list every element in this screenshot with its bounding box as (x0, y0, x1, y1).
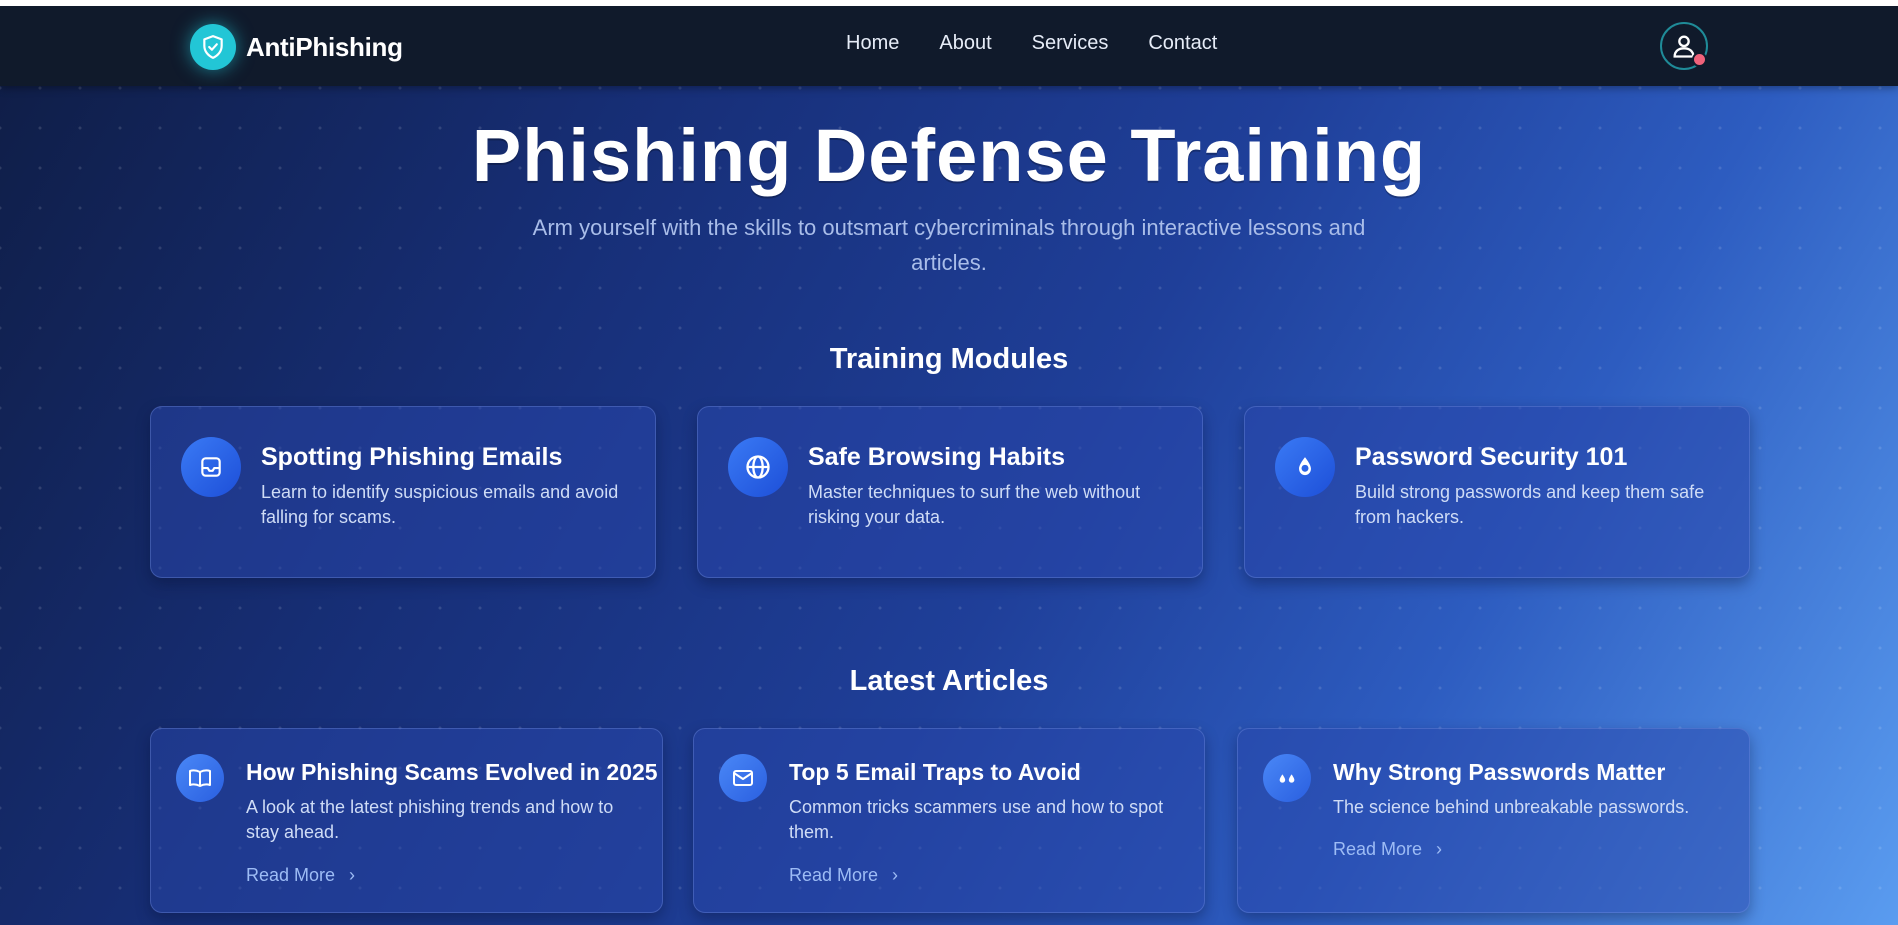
key-icon (1263, 754, 1311, 802)
article-description: Common tricks scammers use and how to sp… (789, 797, 1164, 842)
module-title: Password Security 101 (1355, 443, 1628, 471)
module-description: Master techniques to surf the web withou… (808, 482, 1141, 527)
globe-icon (728, 437, 788, 497)
brand[interactable]: AntiPhishing (190, 24, 403, 70)
latest-articles-heading: Latest Articles (849, 665, 1049, 697)
read-more-label: Read More (246, 865, 336, 885)
chevron-right-icon: › (892, 865, 899, 885)
module-card-password-security[interactable]: Password Security 101 Build strong passw… (1244, 406, 1750, 578)
article-title: Why Strong Passwords Matter (1333, 759, 1666, 785)
inbox-icon (181, 437, 241, 497)
module-card-phishing-emails[interactable]: Spotting Phishing Emails Learn to identi… (150, 406, 656, 578)
profile-button[interactable] (1660, 22, 1708, 70)
article-title: Top 5 Email Traps to Avoid (789, 759, 1081, 785)
article-description: The science behind unbreakable passwords… (1333, 797, 1690, 817)
nav-links: Home About Services Contact (846, 32, 1257, 55)
chevron-right-icon: › (349, 865, 356, 885)
module-card-safe-browsing[interactable]: Safe Browsing Habits Master techniques t… (697, 406, 1203, 578)
article-card-email-traps[interactable]: Top 5 Email Traps to Avoid Common tricks… (693, 728, 1205, 913)
training-modules-heading: Training Modules (829, 343, 1069, 375)
module-description: Learn to identify suspicious emails and … (261, 482, 619, 527)
read-more-label: Read More (789, 865, 879, 885)
envelope-icon (719, 754, 767, 802)
read-more-link[interactable]: Read More › (1333, 839, 1442, 860)
nav-link-contact[interactable]: Contact (1148, 32, 1217, 55)
book-open-icon (176, 754, 224, 802)
page-title: Phishing Defense Training (471, 114, 1427, 197)
read-more-link[interactable]: Read More › (789, 865, 898, 886)
article-description: A look at the latest phishing trends and… (246, 797, 614, 842)
key-icon (1275, 437, 1335, 497)
read-more-link[interactable]: Read More › (246, 865, 355, 886)
nav-link-services[interactable]: Services (1032, 32, 1109, 55)
module-title: Spotting Phishing Emails (261, 443, 563, 471)
page-subtitle: Arm yourself with the skills to outsmart… (532, 215, 1366, 275)
module-description: Build strong passwords and keep them saf… (1355, 482, 1705, 527)
navbar: AntiPhishing Home About Services Contact (0, 6, 1898, 86)
nav-link-home[interactable]: Home (846, 32, 899, 55)
shield-check-icon (190, 24, 236, 70)
chevron-right-icon: › (1436, 839, 1443, 859)
module-title: Safe Browsing Habits (808, 443, 1065, 471)
read-more-label: Read More (1333, 839, 1423, 859)
nav-link-about[interactable]: About (939, 32, 991, 55)
notification-badge (1692, 52, 1707, 67)
article-card-phishing-evolved[interactable]: How Phishing Scams Evolved in 2025 A loo… (150, 728, 663, 913)
brand-name: AntiPhishing (246, 31, 403, 62)
page: AntiPhishing Home About Services Contact… (0, 6, 1898, 925)
article-title: How Phishing Scams Evolved in 2025 (246, 759, 658, 785)
article-card-strong-passwords[interactable]: Why Strong Passwords Matter The science … (1237, 728, 1750, 913)
